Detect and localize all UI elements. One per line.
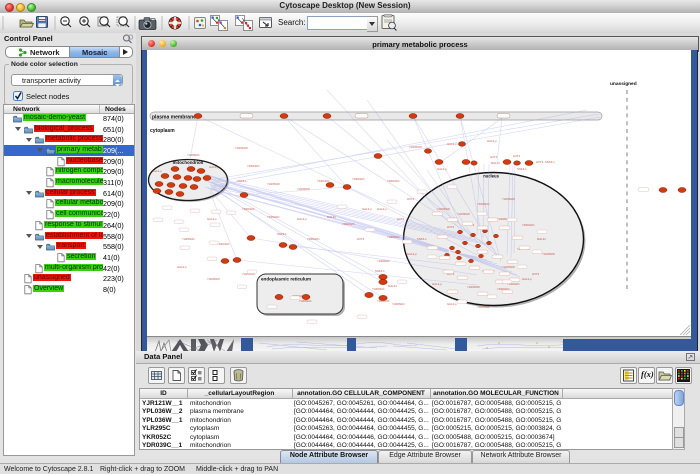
svg-text:nucleus: nucleus [483, 174, 499, 179]
svg-text:GAL2-p: GAL2-p [487, 139, 497, 143]
svg-text:HXT4: HXT4 [532, 272, 540, 276]
svg-text:YDR343C: YDR343C [267, 215, 280, 219]
svg-text:YLR081W: YLR081W [235, 146, 248, 150]
svg-text:GAL2-p: GAL2-p [447, 302, 457, 306]
svg-text:GAL2-p: GAL2-p [437, 167, 447, 171]
svg-text:GAL2-p: GAL2-p [177, 265, 187, 269]
svg-text:YDR342C: YDR342C [522, 223, 535, 227]
svg-text:YHR094C: YHR094C [182, 237, 195, 241]
svg-text:YLR081W: YLR081W [267, 182, 280, 186]
svg-text:YDR342C: YDR342C [352, 177, 365, 181]
svg-text:HXT4: HXT4 [513, 154, 521, 158]
svg-text:YLR081W: YLR081W [477, 305, 490, 309]
svg-text:GAL2-p: GAL2-p [362, 207, 372, 211]
svg-text:SNF3-1: SNF3-1 [545, 160, 555, 164]
svg-text:MAL31: MAL31 [327, 215, 336, 219]
svg-text:GAL2-p: GAL2-p [377, 207, 387, 211]
svg-text:YDR342C: YDR342C [247, 164, 260, 168]
svg-text:GAL2-p: GAL2-p [152, 169, 162, 173]
svg-text:HXT4: HXT4 [490, 155, 498, 159]
svg-text:MAL31: MAL31 [388, 284, 397, 288]
svg-text:YLR081W: YLR081W [297, 187, 310, 191]
svg-text:YDR342C: YDR342C [242, 207, 255, 211]
svg-text:MAL31: MAL31 [491, 161, 500, 165]
svg-text:SNF3-1: SNF3-1 [277, 232, 287, 236]
svg-text:YHR094C: YHR094C [392, 302, 405, 306]
svg-text:YDR343C: YDR343C [377, 299, 390, 303]
svg-text:GAL2-p: GAL2-p [297, 217, 307, 221]
svg-text:YLR081W: YLR081W [437, 207, 450, 211]
svg-text:SNF3-1: SNF3-1 [517, 167, 527, 171]
svg-text:mitochondrion: mitochondrion [173, 160, 204, 165]
svg-text:HXT4: HXT4 [407, 197, 415, 201]
svg-text:YLR081W: YLR081W [409, 145, 422, 149]
svg-text:GAL2-p: GAL2-p [209, 165, 219, 169]
svg-text:SNF3-1: SNF3-1 [375, 269, 385, 273]
svg-text:YDR343C: YDR343C [477, 202, 490, 206]
svg-text:YLR081W: YLR081W [467, 285, 480, 289]
svg-text:unassigned: unassigned [610, 81, 637, 87]
svg-text:HXT4: HXT4 [357, 237, 365, 241]
svg-text:YDR343C: YDR343C [317, 179, 330, 183]
svg-text:endoplasmic reticulum: endoplasmic reticulum [261, 277, 311, 282]
svg-text:YLR081W: YLR081W [207, 277, 220, 281]
svg-text:YLR081W: YLR081W [457, 212, 470, 216]
svg-text:GAL2-p: GAL2-p [447, 142, 457, 146]
svg-text:cytoplasm: cytoplasm [150, 128, 175, 134]
svg-text:plasma membrane: plasma membrane [152, 115, 196, 121]
svg-text:YHR094C: YHR094C [387, 235, 400, 239]
svg-text:YHR094C: YHR094C [372, 287, 385, 291]
svg-text:GAL2-p: GAL2-p [407, 252, 417, 256]
svg-text:MAL31: MAL31 [537, 237, 546, 241]
svg-text:YDR342C: YDR342C [387, 179, 400, 183]
svg-text:GAL2-p: GAL2-p [207, 217, 217, 221]
svg-text:GAL2-p: GAL2-p [432, 282, 442, 286]
svg-text:YDR343C: YDR343C [307, 237, 320, 241]
svg-text:HXT4: HXT4 [536, 160, 544, 164]
svg-text:YHR094C: YHR094C [377, 259, 390, 263]
svg-text:YLR081W: YLR081W [502, 265, 515, 269]
svg-text:HXT4: HXT4 [397, 217, 405, 221]
svg-text:HXT4: HXT4 [447, 225, 455, 229]
svg-text:SNF3-1: SNF3-1 [237, 179, 247, 183]
svg-text:YLR081W: YLR081W [542, 252, 555, 256]
svg-text:YDR342C: YDR342C [342, 222, 355, 226]
svg-text:GAL2-p: GAL2-p [522, 277, 532, 281]
svg-text:SNF3-1: SNF3-1 [417, 237, 427, 241]
svg-text:YHR094C: YHR094C [187, 153, 200, 157]
svg-text:YHR094C: YHR094C [299, 299, 312, 303]
svg-text:YLR081W: YLR081W [502, 197, 515, 201]
